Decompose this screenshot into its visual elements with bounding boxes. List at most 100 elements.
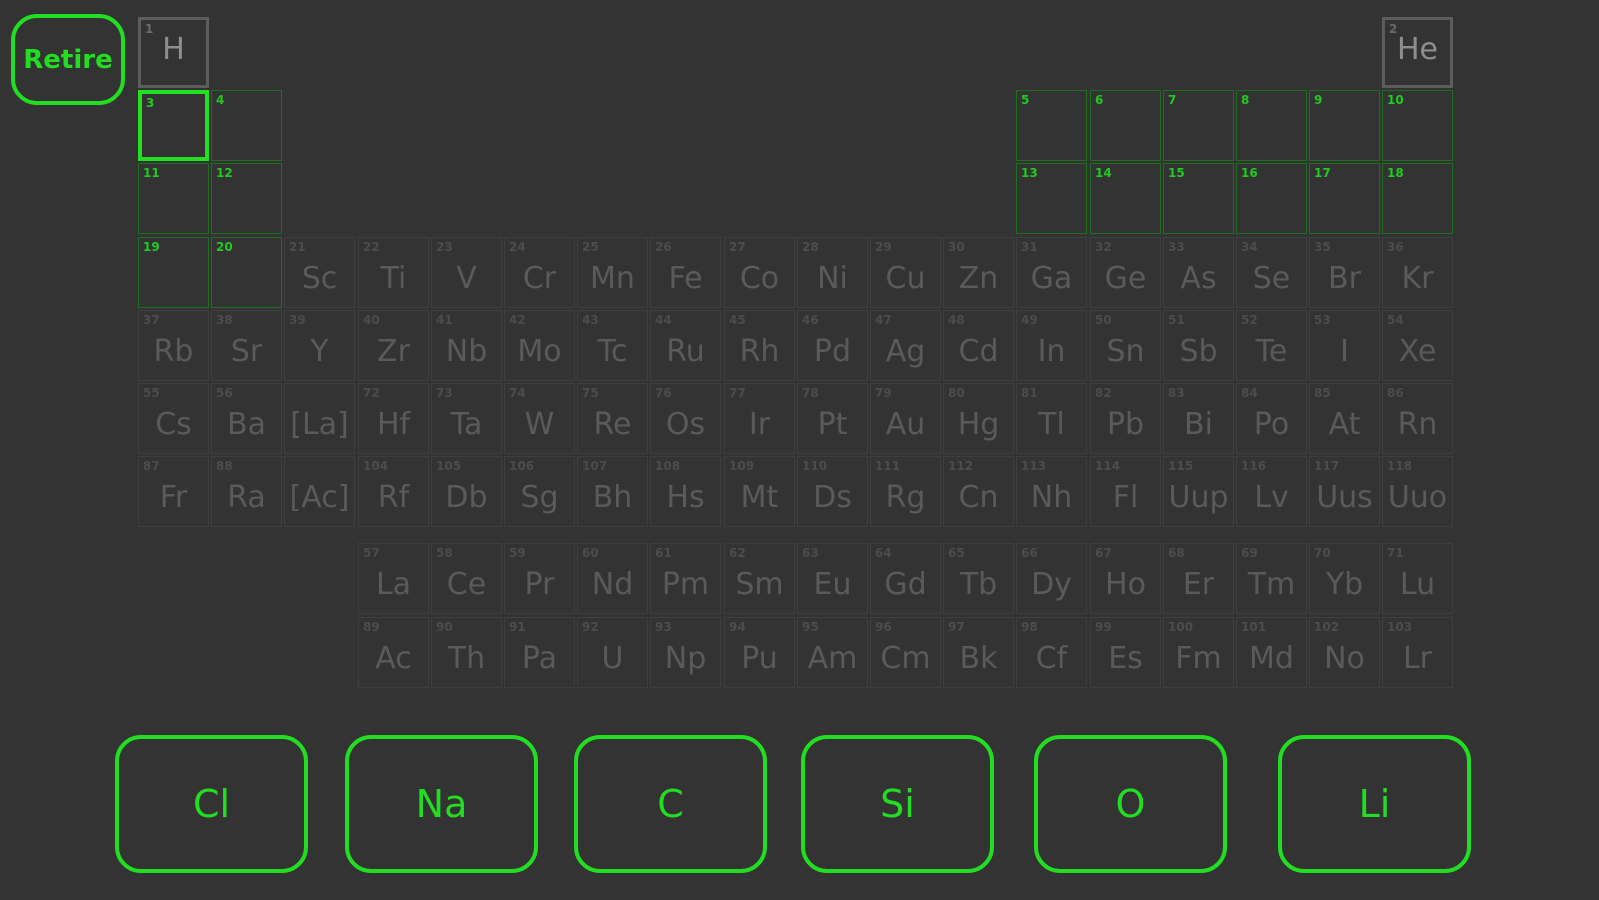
choice-button-3[interactable]: C — [574, 735, 767, 873]
atomic-number: 101 — [1241, 620, 1267, 634]
element-cell[interactable]: 11 — [138, 163, 209, 234]
atomic-number: 83 — [1168, 386, 1185, 400]
element-cell[interactable]: 16 — [1236, 163, 1307, 234]
atomic-number: 113 — [1021, 459, 1047, 473]
element-symbol: Te — [1255, 334, 1288, 369]
element-cell: 117 Uus — [1309, 456, 1380, 527]
element-symbol: Ag — [885, 334, 926, 369]
element-cell[interactable]: 20 — [211, 237, 282, 308]
atomic-number: 85 — [1314, 386, 1331, 400]
element-cell[interactable]: 15 — [1163, 163, 1234, 234]
element-cell: 34 Se — [1236, 237, 1307, 308]
element-symbol: Gd — [884, 567, 927, 602]
element-symbol: Nd — [591, 567, 634, 602]
element-symbol: Bi — [1184, 407, 1213, 442]
element-cell: 84 Po — [1236, 383, 1307, 454]
element-cell[interactable]: 18 — [1382, 163, 1453, 234]
element-symbol: Mo — [517, 334, 562, 369]
element-cell: 108 Hs — [650, 456, 721, 527]
atomic-number: 17 — [1314, 166, 1331, 180]
element-cell[interactable]: 10 — [1382, 90, 1453, 161]
element-symbol: Cr — [522, 261, 557, 296]
element-symbol: Xe — [1398, 334, 1437, 369]
element-cell: 39 Y — [284, 310, 355, 381]
element-cell: 109 Mt — [724, 456, 795, 527]
element-cell[interactable]: 14 — [1090, 163, 1161, 234]
element-cell: 97 Bk — [943, 617, 1014, 688]
element-symbol: Cn — [958, 480, 999, 515]
element-cell[interactable]: 12 — [211, 163, 282, 234]
atomic-number: 28 — [802, 240, 819, 254]
atomic-number: 47 — [875, 313, 892, 327]
element-cell: 43 Tc — [577, 310, 648, 381]
element-cell: 102 No — [1309, 617, 1380, 688]
atomic-number: 112 — [948, 459, 974, 473]
atomic-number: 57 — [363, 546, 380, 560]
atomic-number: 81 — [1021, 386, 1038, 400]
element-symbol: Sn — [1106, 334, 1145, 369]
element-cell: 110 Ds — [797, 456, 868, 527]
atomic-number: 77 — [729, 386, 746, 400]
element-cell[interactable]: 8 — [1236, 90, 1307, 161]
element-symbol: Hg — [957, 407, 1000, 442]
choice-button-1[interactable]: Cl — [115, 735, 308, 873]
element-symbol: Lv — [1254, 480, 1289, 515]
choice-button-4[interactable]: Si — [801, 735, 994, 873]
atomic-number: 34 — [1241, 240, 1258, 254]
atomic-number: 96 — [875, 620, 892, 634]
element-symbol: Hf — [376, 407, 411, 442]
element-symbol: [Ac] — [289, 480, 350, 515]
atomic-number: 38 — [216, 313, 233, 327]
element-symbol: Pa — [521, 641, 558, 676]
atomic-number: 80 — [948, 386, 965, 400]
atomic-number: 22 — [363, 240, 380, 254]
element-symbol: Ra — [227, 480, 266, 515]
element-cell[interactable]: 19 — [138, 237, 209, 308]
element-cell[interactable]: 9 — [1309, 90, 1380, 161]
atomic-number: 52 — [1241, 313, 1258, 327]
element-cell: 87 Fr — [138, 456, 209, 527]
element-cell: 2 He — [1382, 17, 1453, 88]
atomic-number: 106 — [509, 459, 535, 473]
element-symbol: Br — [1328, 261, 1361, 296]
atomic-number: 54 — [1387, 313, 1404, 327]
element-cell[interactable]: 3 — [138, 90, 209, 161]
element-cell[interactable]: 17 — [1309, 163, 1380, 234]
atomic-number: 44 — [655, 313, 672, 327]
atomic-number: 66 — [1021, 546, 1038, 560]
element-cell: 78 Pt — [797, 383, 868, 454]
atomic-number: 23 — [436, 240, 453, 254]
element-cell: 107 Bh — [577, 456, 648, 527]
atomic-number: 10 — [1387, 93, 1404, 107]
atomic-number: 90 — [436, 620, 453, 634]
element-cell[interactable]: 6 — [1090, 90, 1161, 161]
atomic-number: 68 — [1168, 546, 1185, 560]
element-symbol: Rh — [739, 334, 780, 369]
element-symbol: Zr — [377, 334, 410, 369]
element-cell[interactable]: 5 — [1016, 90, 1087, 161]
element-symbol: Np — [664, 641, 707, 676]
element-symbol: Fe — [668, 261, 703, 296]
choice-button-5[interactable]: O — [1034, 735, 1227, 873]
element-symbol: Co — [739, 261, 780, 296]
atomic-number: 82 — [1095, 386, 1112, 400]
element-cell: 99 Es — [1090, 617, 1161, 688]
element-symbol: Uus — [1316, 480, 1373, 515]
choice-button-2[interactable]: Na — [345, 735, 538, 873]
element-cell: 53 I — [1309, 310, 1380, 381]
element-cell[interactable]: 7 — [1163, 90, 1234, 161]
atomic-number: 62 — [729, 546, 746, 560]
element-cell[interactable]: 4 — [211, 90, 282, 161]
atomic-number: 87 — [143, 459, 160, 473]
element-cell: 86 Rn — [1382, 383, 1453, 454]
atomic-number: 20 — [216, 240, 233, 254]
element-cell: 23 V — [431, 237, 502, 308]
atomic-number: 97 — [948, 620, 965, 634]
element-symbol: W — [524, 407, 555, 442]
element-cell[interactable]: 13 — [1016, 163, 1087, 234]
element-symbol: No — [1324, 641, 1365, 676]
element-symbol: Kr — [1401, 261, 1434, 296]
element-symbol: Mn — [590, 261, 635, 296]
choice-button-6[interactable]: Li — [1278, 735, 1471, 873]
atomic-number: 78 — [802, 386, 819, 400]
